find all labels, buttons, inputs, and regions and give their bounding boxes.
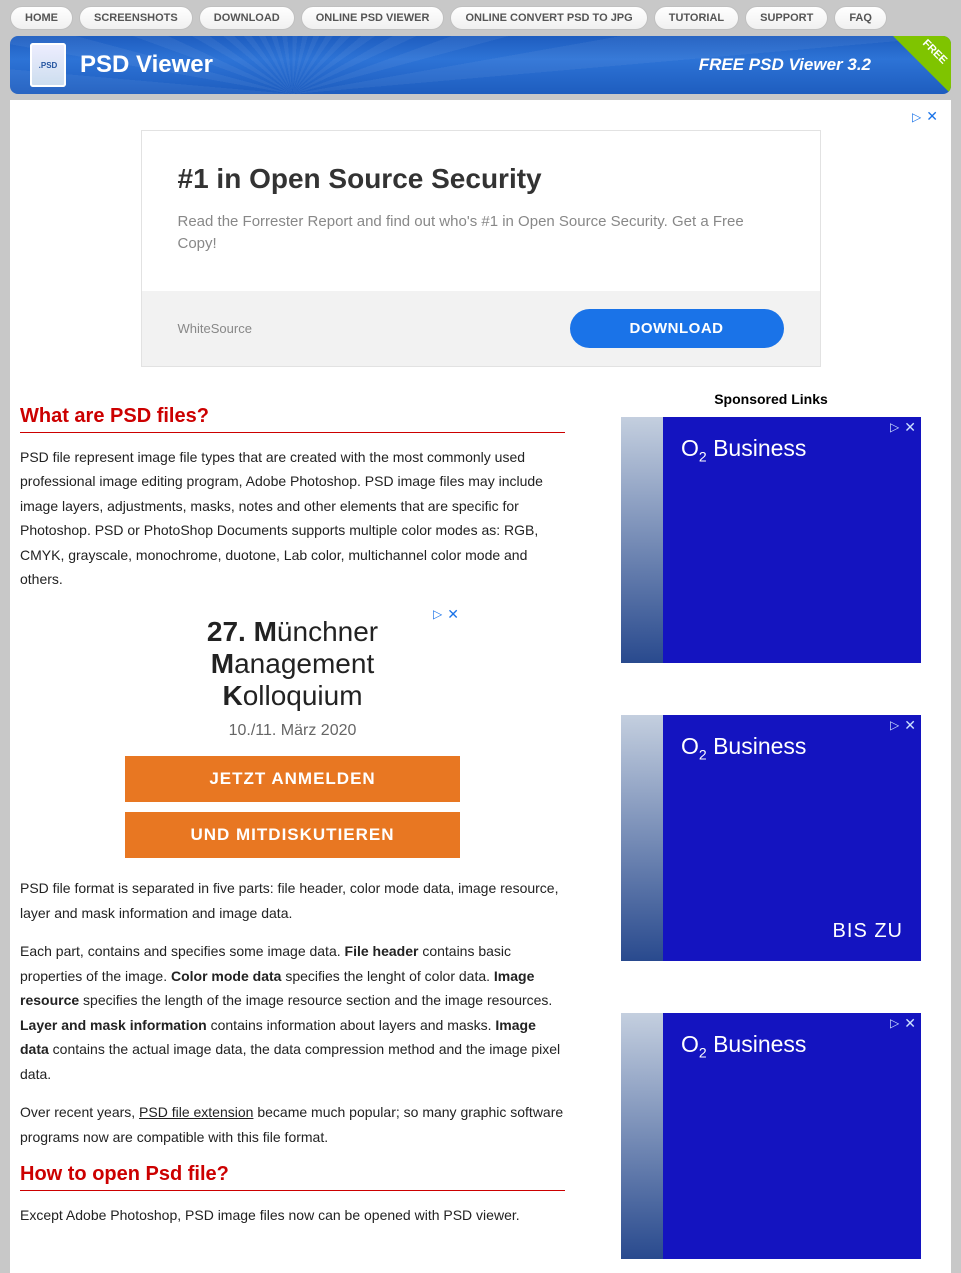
ad-extra: BIS ZU <box>681 920 903 943</box>
top-advertisement: ▷ ✕ #1 in Open Source Security Read the … <box>10 100 951 377</box>
banner-tagline: FREE PSD Viewer 3.2 <box>699 55 931 75</box>
ad-brand: O2 Business <box>681 1031 903 1061</box>
inline-advertisement: ▷ ✕ 27. MMünchnerünchner Management Koll… <box>125 606 460 859</box>
ad-download-button[interactable]: DOWNLOAD <box>570 309 784 348</box>
psd-file-extension-link[interactable]: PSD file extension <box>139 1104 253 1120</box>
adchoices-icon[interactable]: ▷ <box>912 110 922 124</box>
adchoices-icon[interactable]: ▷ <box>890 718 900 732</box>
nav-home[interactable]: HOME <box>10 6 73 30</box>
heading-how-to-open: How to open Psd file? <box>20 1163 565 1191</box>
nav-faq[interactable]: FAQ <box>834 6 887 30</box>
adchoices-icon[interactable]: ▷ <box>433 607 443 621</box>
sidebar-ad[interactable]: ▷ ✕ O2 Business <box>621 417 921 663</box>
paragraph: Except Adobe Photoshop, PSD image files … <box>20 1203 565 1228</box>
ad-image-strip <box>621 417 663 663</box>
inline-ad-button-2[interactable]: UND MITDISKUTIEREN <box>125 812 460 858</box>
close-ad-icon[interactable]: ✕ <box>447 606 460 623</box>
inline-ad-button-1[interactable]: JETZT ANMELDEN <box>125 756 460 802</box>
ad-brand: O2 Business <box>681 435 903 465</box>
ad-body: Read the Forrester Report and find out w… <box>178 211 784 255</box>
ad-sponsor: WhiteSource <box>178 321 252 336</box>
site-banner: .PSD PSD Viewer FREE PSD Viewer 3.2 FREE <box>10 36 951 94</box>
top-nav: HOME SCREENSHOTS DOWNLOAD ONLINE PSD VIE… <box>0 0 961 36</box>
ad-image-strip <box>621 715 663 961</box>
nav-convert-psd-to-jpg[interactable]: ONLINE CONVERT PSD TO JPG <box>450 6 647 30</box>
sidebar-ad[interactable]: ▷ ✕ O2 Business BIS ZU <box>621 715 921 961</box>
nav-download[interactable]: DOWNLOAD <box>199 6 295 30</box>
ad-headline: #1 in Open Source Security <box>178 163 784 195</box>
sidebar-ad[interactable]: ▷ ✕ O2 Business <box>621 1013 921 1259</box>
paragraph: PSD file represent image file types that… <box>20 445 565 592</box>
paragraph: PSD file format is separated in five par… <box>20 876 565 925</box>
adchoices-icon[interactable]: ▷ <box>890 420 900 434</box>
heading-what-are-psd: What are PSD files? <box>20 405 565 433</box>
adchoices-icon[interactable]: ▷ <box>890 1016 900 1030</box>
nav-online-psd-viewer[interactable]: ONLINE PSD VIEWER <box>301 6 445 30</box>
ad-image-strip <box>621 1013 663 1259</box>
close-ad-icon[interactable]: ✕ <box>904 419 917 436</box>
close-ad-icon[interactable]: ✕ <box>926 108 939 125</box>
paragraph: Over recent years, PSD file extension be… <box>20 1100 565 1149</box>
nav-support[interactable]: SUPPORT <box>745 6 828 30</box>
ad-brand: O2 Business <box>681 733 903 763</box>
paragraph: Each part, contains and specifies some i… <box>20 939 565 1086</box>
article-main: What are PSD files? PSD file represent i… <box>20 391 565 1259</box>
nav-screenshots[interactable]: SCREENSHOTS <box>79 6 193 30</box>
sponsored-links-title: Sponsored Links <box>621 391 921 407</box>
inline-ad-date: 10./11. März 2020 <box>125 722 460 740</box>
logo-icon: .PSD <box>30 43 66 87</box>
site-title: PSD Viewer <box>80 51 213 79</box>
nav-tutorial[interactable]: TUTORIAL <box>654 6 739 30</box>
close-ad-icon[interactable]: ✕ <box>904 717 917 734</box>
inline-ad-title: 27. MMünchnerünchner Management Kolloqui… <box>125 616 460 713</box>
close-ad-icon[interactable]: ✕ <box>904 1015 917 1032</box>
sidebar: Sponsored Links ▷ ✕ O2 Business ▷ ✕ O2 Bus… <box>621 391 921 1259</box>
